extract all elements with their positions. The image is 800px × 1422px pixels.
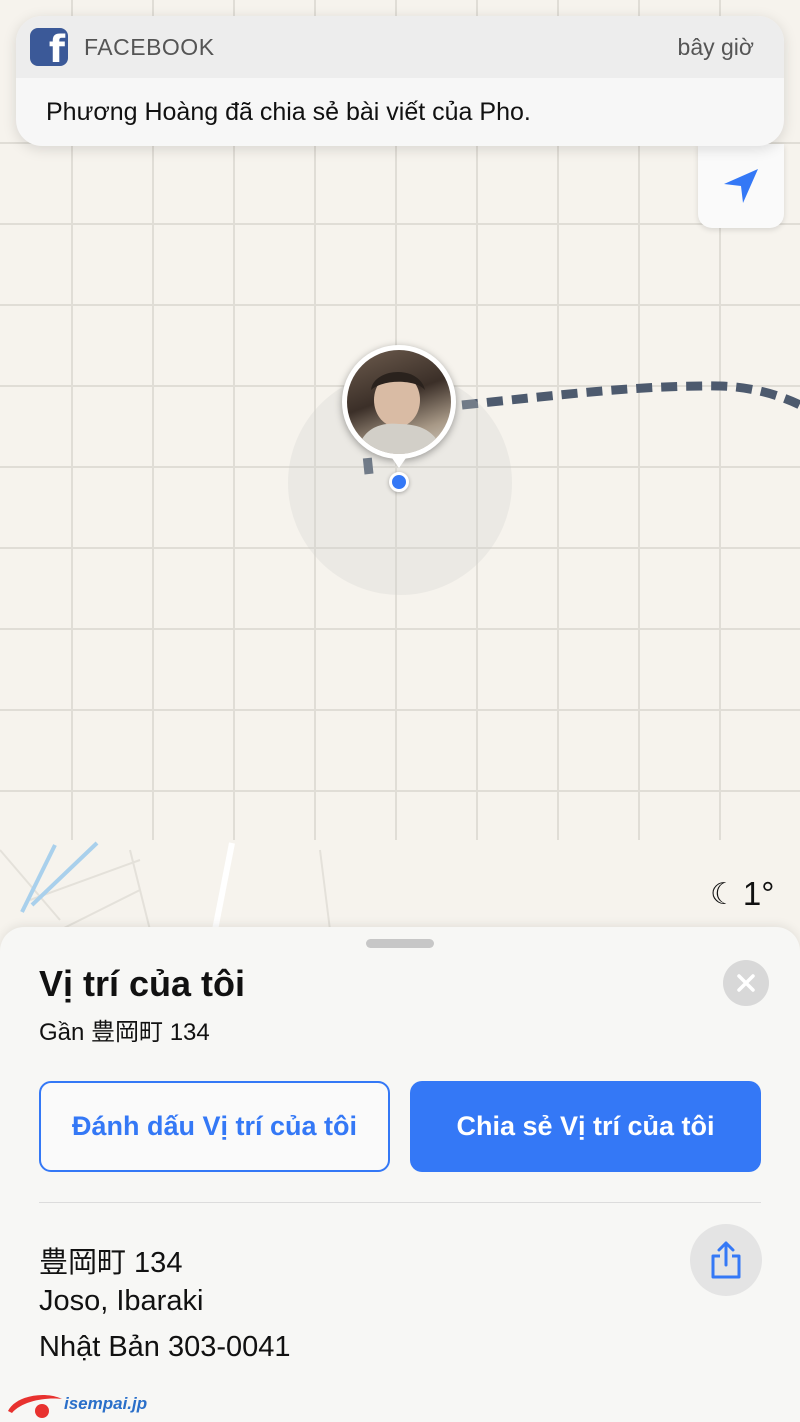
watermark-logo-icon	[8, 1395, 62, 1418]
facebook-icon: f	[30, 28, 68, 66]
notification-banner[interactable]: f FACEBOOK bây giờ Phương Hoàng đã chia …	[16, 16, 784, 146]
user-avatar-pin[interactable]	[342, 345, 456, 468]
mark-location-button[interactable]: Đánh dấu Vị trí của tôi	[39, 1081, 390, 1172]
moon-stars-icon: ☾	[710, 876, 737, 912]
watermark: isempai.jp	[6, 1388, 147, 1420]
watermark-text: isempai.jp	[64, 1394, 148, 1413]
close-button[interactable]	[723, 960, 769, 1006]
address-line-2: Joso, Ibaraki	[39, 1285, 204, 1317]
notification-time: bây giờ	[677, 33, 754, 60]
avatar	[347, 350, 451, 454]
address-line-3: Nhật Bản 303-0041	[39, 1331, 291, 1363]
address-line-1: 豊岡町 134	[39, 1247, 183, 1279]
temperature-label: 1°	[742, 875, 775, 912]
track-location-button[interactable]	[698, 144, 784, 228]
sheet-grabber[interactable]	[366, 939, 434, 948]
divider	[39, 1202, 761, 1203]
notification-message: Phương Hoàng đã chia sẻ bài viết của Pho…	[46, 98, 531, 126]
sheet-subtitle: Gần 豊岡町 134	[39, 1019, 210, 1046]
location-bottom-sheet[interactable]: Vị trí của tôi Gần 豊岡町 134 Đánh dấu Vị t…	[0, 927, 800, 1422]
current-location-dot	[389, 472, 409, 492]
close-icon	[737, 974, 755, 992]
sheet-title: Vị trí của tôi	[39, 963, 246, 1004]
weather-indicator: ☾ 1°	[710, 874, 774, 914]
location-arrow-icon	[724, 169, 758, 203]
avatar-silhouette	[357, 371, 443, 454]
share-icon	[711, 1241, 741, 1279]
notification-header: f FACEBOOK bây giờ	[16, 16, 784, 78]
share-button[interactable]	[690, 1224, 762, 1296]
share-location-button[interactable]: Chia sẻ Vị trí của tôi	[410, 1081, 761, 1172]
notification-app-name: FACEBOOK	[84, 33, 215, 60]
